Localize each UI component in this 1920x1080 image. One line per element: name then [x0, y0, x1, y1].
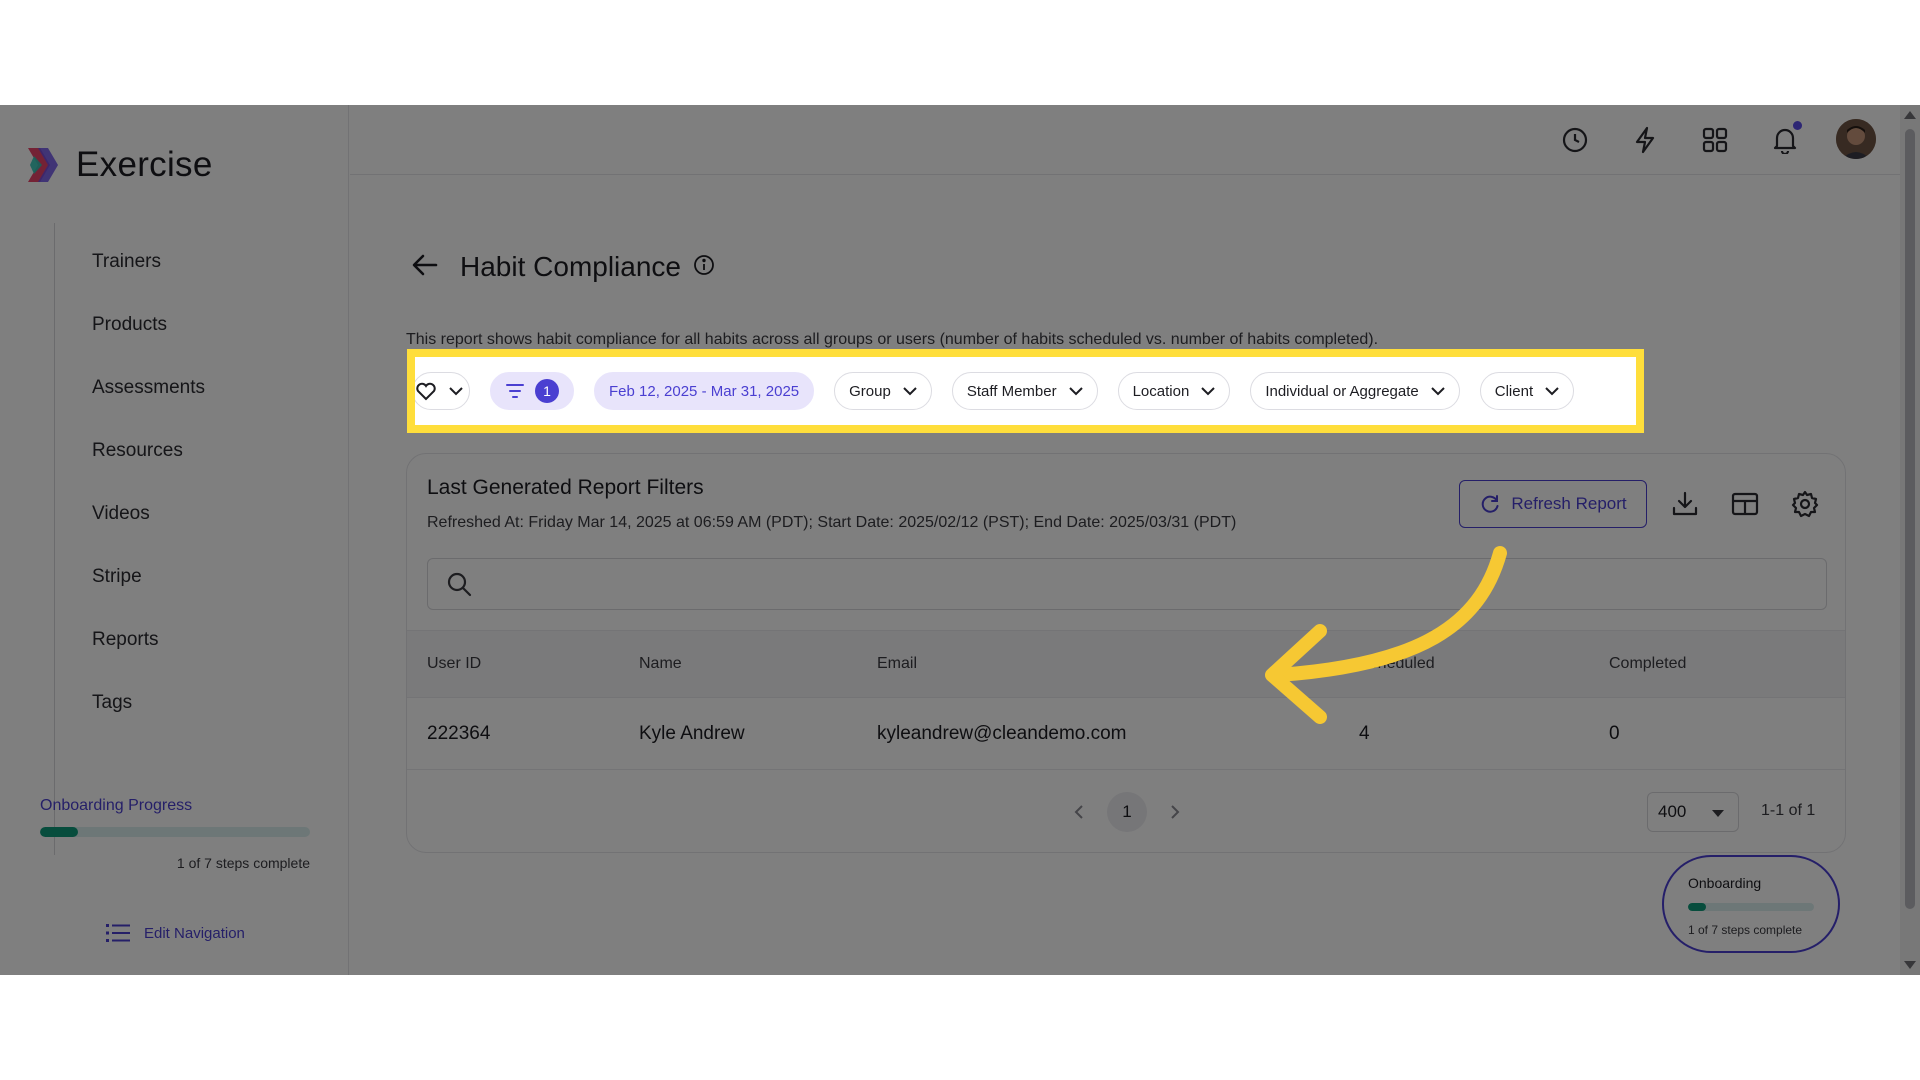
page-title: Habit Compliance [460, 251, 681, 282]
search-input[interactable] [486, 575, 1786, 593]
onboarding-widget[interactable]: Onboarding 1 of 7 steps complete [1662, 855, 1840, 953]
notification-dot [1793, 121, 1802, 130]
exercise-logo-icon [24, 146, 62, 184]
page-size-value: 400 [1658, 802, 1687, 821]
prev-page-button[interactable] [1067, 800, 1091, 824]
bell-icon [1773, 128, 1797, 154]
onboarding-widget-steps-text: 1 of 7 steps complete [1688, 923, 1803, 937]
table-row[interactable]: 222364 Kyle Andrew kyleandrew@cleandemo.… [407, 698, 1845, 770]
refresh-icon [1479, 493, 1501, 515]
app-window: Exercise Trainers Products Assessments R… [0, 105, 1920, 975]
quick-actions-button[interactable] [1628, 123, 1662, 157]
sidebar-nav: Trainers Products Assessments Resources … [92, 250, 205, 754]
history-button[interactable] [1558, 123, 1592, 157]
clock-icon [1562, 127, 1588, 153]
report-card: Last Generated Report Filters Refreshed … [406, 453, 1846, 853]
sidebar-item-videos[interactable]: Videos [92, 502, 205, 565]
sidebar-item-trainers[interactable]: Trainers [92, 250, 205, 313]
bolt-icon [1635, 126, 1655, 154]
column-header-name[interactable]: Name [639, 631, 682, 697]
scroll-up-arrow-icon[interactable] [1904, 111, 1916, 119]
list-icon [106, 923, 130, 943]
topbar [350, 105, 1920, 175]
onboarding-progress-fill [40, 827, 78, 837]
logo[interactable]: Exercise [24, 145, 213, 185]
next-page-button[interactable] [1163, 800, 1187, 824]
columns-button[interactable] [1729, 488, 1761, 520]
cell-email: kyleandrew@cleandemo.com [877, 722, 1127, 744]
highlight-frame [407, 349, 1644, 433]
top-letterbox [0, 0, 1920, 105]
column-header-completed[interactable]: Completed [1609, 631, 1686, 697]
column-header-email[interactable]: Email [877, 631, 917, 697]
onboarding-widget-progress-fill [1688, 903, 1706, 911]
nav-divider [54, 223, 55, 855]
edit-navigation-button[interactable]: Edit Navigation [106, 923, 245, 943]
cell-name: Kyle Andrew [639, 722, 745, 744]
caret-down-icon [1712, 810, 1724, 817]
apps-grid-icon [1702, 127, 1728, 153]
onboarding-widget-progress-bar [1688, 903, 1814, 911]
pagination-range: 1-1 of 1 [1761, 802, 1816, 819]
report-settings-button[interactable] [1789, 488, 1821, 520]
onboarding-progress-bar [40, 827, 310, 837]
onboarding-steps-text: 1 of 7 steps complete [176, 855, 310, 871]
cell-user-id: 222364 [427, 722, 491, 744]
search-icon [447, 572, 472, 597]
pagination: 1 400 1-1 of 1 [407, 792, 1845, 832]
sidebar-item-assessments[interactable]: Assessments [92, 376, 205, 439]
sidebar-item-products[interactable]: Products [92, 313, 205, 376]
refresh-report-button[interactable]: Refresh Report [1459, 480, 1647, 528]
sidebar-item-resources[interactable]: Resources [92, 439, 205, 502]
report-refresh-info: Refreshed At: Friday Mar 14, 2025 at 06:… [427, 514, 1237, 531]
sidebar-item-stripe[interactable]: Stripe [92, 565, 205, 628]
scroll-down-arrow-icon[interactable] [1904, 961, 1916, 969]
gear-icon [1791, 490, 1819, 518]
bottom-letterbox [0, 975, 1920, 1080]
back-arrow-icon[interactable] [412, 254, 438, 281]
scroll-thumb[interactable] [1905, 129, 1915, 909]
report-search[interactable] [427, 558, 1827, 610]
page-description: This report shows habit compliance for a… [406, 331, 1379, 348]
page-scrollbar[interactable] [1900, 105, 1920, 975]
table-icon [1731, 492, 1759, 516]
apps-button[interactable] [1698, 123, 1732, 157]
edit-navigation-label: Edit Navigation [144, 924, 245, 942]
avatar[interactable] [1836, 119, 1876, 159]
sidebar: Exercise Trainers Products Assessments R… [0, 105, 349, 975]
sidebar-item-tags[interactable]: Tags [92, 691, 205, 754]
table-header: User ID Name Email Scheduled Completed [407, 630, 1845, 698]
report-title: Last Generated Report Filters [427, 476, 704, 499]
chevron-right-icon [1171, 805, 1180, 819]
refresh-report-label: Refresh Report [1511, 494, 1627, 513]
onboarding-widget-title: Onboarding [1688, 875, 1762, 891]
sidebar-item-reports[interactable]: Reports [92, 628, 205, 691]
onboarding-progress-title[interactable]: Onboarding Progress [40, 797, 310, 815]
column-header-user-id[interactable]: User ID [427, 631, 481, 697]
info-icon[interactable] [693, 254, 715, 281]
annotation-arrow-icon [1265, 546, 1507, 724]
cell-completed: 0 [1609, 722, 1620, 744]
page-number-button[interactable]: 1 [1107, 792, 1147, 832]
page-size-select[interactable]: 400 [1647, 792, 1739, 832]
chevron-left-icon [1074, 805, 1083, 819]
app-name: Exercise [76, 145, 213, 184]
page-header: Habit Compliance [412, 251, 715, 283]
notifications-button[interactable] [1768, 121, 1802, 157]
onboarding-progress[interactable]: Onboarding Progress 1 of 7 steps complet… [40, 797, 310, 871]
download-button[interactable] [1669, 488, 1701, 520]
download-icon [1672, 491, 1698, 516]
